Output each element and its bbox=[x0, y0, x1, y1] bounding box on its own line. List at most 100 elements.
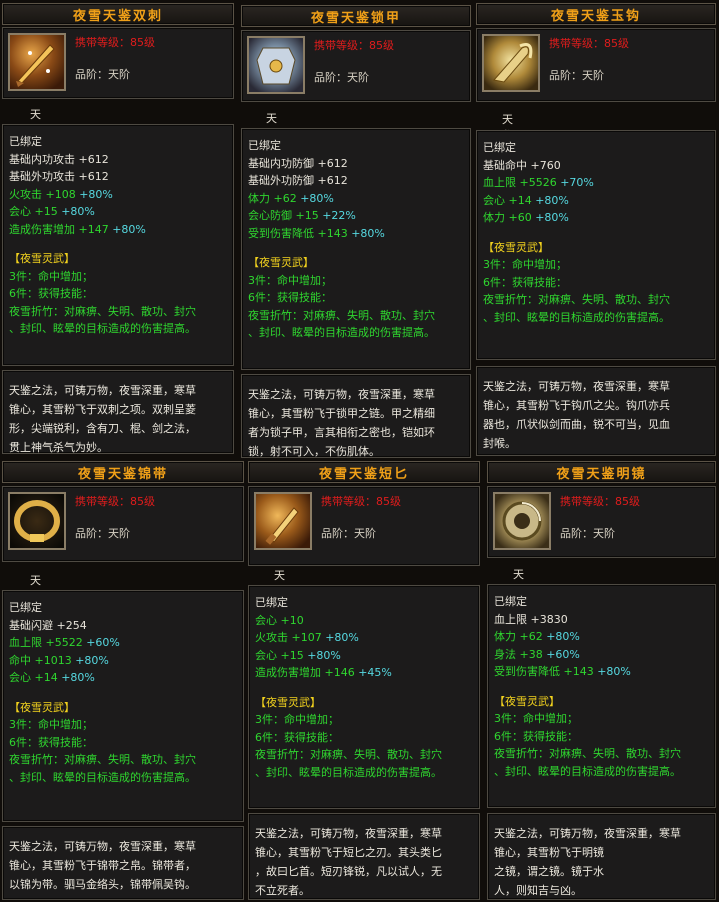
brocade-belt-icon[interactable] bbox=[8, 492, 66, 550]
stat-row: 基础闪避 +254 bbox=[9, 618, 87, 632]
set-bonus-6: 6件：获得技能： bbox=[494, 729, 578, 743]
level-requirement: 携带等级：85级 bbox=[321, 495, 401, 508]
item-summary: 携带等级：85级 品阶：天阶 bbox=[2, 27, 234, 99]
set-bonus-3: 3件：命中增加； bbox=[483, 258, 567, 271]
item-summary: 携带等级：85级 品阶：天阶 bbox=[241, 30, 471, 102]
item-summary: 携带等级：85级 品阶：天阶 bbox=[487, 486, 716, 558]
item-grade: 品阶：天阶 bbox=[560, 527, 615, 540]
item-title: 夜雪天鉴锦带 bbox=[2, 461, 244, 483]
set-skill-cont: 、封印、眩晕的目标造成的伤害提高。 bbox=[494, 764, 681, 778]
set-skill-cont: 、封印、眩晕的目标造成的伤害提高。 bbox=[9, 770, 196, 784]
item-title: 夜雪天鉴双刺 bbox=[2, 3, 234, 25]
item-description: 天鉴之法，可铸万物，夜雪深重，寒草 锥心，其雪粉飞于锁甲之链。甲之精细 者为锁子甲，… bbox=[241, 374, 471, 458]
stat-row: 会心 +15 +80% bbox=[9, 205, 95, 218]
set-skill-cont: 、封印、眩晕的目标造成的伤害提高。 bbox=[255, 765, 442, 779]
set-name: 【夜雪灵武】 bbox=[255, 695, 321, 709]
item-description: 天鉴之法，可铸万物，夜雪深重，寒草 锥心，其雪粉飞于锦带之帛。锦带者， 以锦为带。驷… bbox=[2, 826, 244, 900]
level-requirement: 携带等级：85级 bbox=[75, 495, 155, 508]
short-dagger-icon[interactable] bbox=[254, 492, 312, 550]
set-bonus-6: 6件：获得技能： bbox=[483, 275, 567, 289]
stat-row: 体力 +62 +80% bbox=[494, 630, 580, 643]
level-requirement: 携带等级：85级 bbox=[549, 37, 629, 50]
item-grade: 品阶：天阶 bbox=[75, 527, 130, 540]
set-bonus-3: 3件：命中增加； bbox=[9, 718, 93, 731]
item-grade: 品阶：天阶 bbox=[314, 71, 369, 84]
item-summary: 携带等级：85级 品阶：天阶 bbox=[2, 486, 244, 562]
stat-row: 会心 +14 +80% bbox=[9, 671, 95, 684]
set-name: 【夜雪灵武】 bbox=[9, 252, 75, 265]
set-name: 【夜雪灵武】 bbox=[248, 256, 314, 269]
set-bonus-6: 6件：获得技能： bbox=[248, 291, 332, 304]
stat-row: 造成伤害增加 +147 +80% bbox=[9, 222, 146, 236]
set-skill: 夜雪折竹：对麻痹、失明、散功、封穴 bbox=[9, 304, 196, 318]
set-bonus-6: 6件：获得技能： bbox=[9, 735, 93, 749]
set-bonus-6: 6件：获得技能： bbox=[255, 730, 339, 744]
set-skill-cont: 、封印、眩晕的目标造成的伤害提高。 bbox=[483, 310, 670, 324]
set-bonus-3: 3件：命中增加； bbox=[248, 273, 332, 287]
stat-row: 基础命中 +760 bbox=[483, 158, 561, 172]
item-description: 天鉴之法，可铸万物，夜雪深重，寒草 锥心，其雪粉飞于双刺之项。双刺呈菱 形，尖端锐利… bbox=[2, 370, 234, 454]
item-title: 夜雪天鉴锁甲 bbox=[241, 5, 471, 27]
stat-row: 会心 +10 bbox=[255, 613, 304, 627]
set-bonus-3: 3件：命中增加； bbox=[255, 713, 339, 726]
bound-status: 已绑定 bbox=[494, 595, 527, 608]
item-stats: 已绑定 基础闪避 +254 血上限 +5522 +60% 命中 +1013 +8… bbox=[2, 590, 244, 822]
stat-row: 火攻击 +107 +80% bbox=[255, 631, 359, 644]
set-skill: 夜雪折竹：对麻痹、失明、散功、封穴 bbox=[248, 308, 435, 322]
level-requirement: 携带等级：85级 bbox=[560, 495, 640, 508]
stat-row: 造成伤害增加 +146 +45% bbox=[255, 666, 392, 679]
dual-daggers-icon[interactable] bbox=[8, 33, 66, 91]
set-name: 【夜雪灵武】 bbox=[9, 700, 75, 714]
item-grade: 品阶：天阶 bbox=[321, 527, 376, 540]
stat-row: 会心 +15 +80% bbox=[255, 648, 341, 662]
set-skill-cont: 、封印、眩晕的目标造成的伤害提高。 bbox=[9, 322, 196, 335]
bound-status: 已绑定 bbox=[9, 135, 42, 148]
stat-row: 血上限 +5522 +60% bbox=[9, 636, 120, 649]
chain-armor-icon[interactable] bbox=[247, 36, 305, 94]
stat-row: 基础外功攻击 +612 bbox=[9, 170, 109, 183]
stat-row: 血上限 +3830 bbox=[494, 612, 568, 626]
item-stats: 已绑定 血上限 +3830 体力 +62 +80% 身法 +38 +60% 受到… bbox=[487, 584, 716, 808]
stat-row: 命中 +1013 +80% bbox=[9, 653, 109, 667]
set-skill: 夜雪折竹：对麻痹、失明、散功、封穴 bbox=[255, 748, 442, 761]
bright-mirror-icon[interactable] bbox=[493, 492, 551, 550]
stat-row: 体力 +60 +80% bbox=[483, 211, 569, 224]
set-skill-cont: 、封印、眩晕的目标造成的伤害提高。 bbox=[248, 326, 435, 339]
item-title: 夜雪天鉴玉钩 bbox=[476, 3, 716, 25]
stat-row: 基础外功防御 +612 bbox=[248, 174, 348, 187]
item-description: 天鉴之法，可铸万物，夜雪深重，寒草 锥心，其雪粉飞于短匕之刃。其头类匕 ，故曰匕首。… bbox=[248, 813, 480, 900]
set-name: 【夜雪灵武】 bbox=[494, 694, 560, 708]
set-skill: 夜雪折竹：对麻痹、失明、散功、封穴 bbox=[494, 747, 681, 760]
stat-row: 受到伤害降低 +143 +80% bbox=[494, 665, 631, 678]
bound-status: 已绑定 bbox=[9, 601, 42, 614]
stat-row: 身法 +38 +60% bbox=[494, 647, 580, 661]
stat-row: 基础内功攻击 +612 bbox=[9, 152, 109, 166]
item-title: 夜雪天鉴短匕 bbox=[248, 461, 480, 483]
item-stats: 已绑定 基础内功防御 +612 基础外功防御 +612 体力 +62 +80% … bbox=[241, 128, 471, 370]
item-stats: 已绑定 会心 +10 火攻击 +107 +80% 会心 +15 +80% 造成伤… bbox=[248, 585, 480, 809]
item-stats: 已绑定 基础内功攻击 +612 基础外功攻击 +612 火攻击 +108 +80… bbox=[2, 124, 234, 366]
item-description: 天鉴之法，可铸万物，夜雪深重，寒草 锥心，其雪粉飞于明镜 之镜，谓之镜。镜于水 人，则… bbox=[487, 813, 716, 900]
level-requirement: 携带等级：85级 bbox=[75, 36, 155, 49]
bound-status: 已绑定 bbox=[248, 139, 281, 152]
set-bonus-3: 3件：命中增加； bbox=[494, 712, 578, 725]
stat-row: 会心防御 +15 +22% bbox=[248, 209, 356, 222]
stat-row: 受到伤害降低 +143 +80% bbox=[248, 226, 385, 240]
item-description: 天鉴之法，可铸万物，夜雪深重，寒草 锥心，其雪粉飞于钩爪之尖。钩爪亦兵 器也，爪状似… bbox=[476, 366, 716, 456]
set-bonus-3: 3件：命中增加； bbox=[9, 269, 93, 283]
item-stats: 已绑定 基础命中 +760 血上限 +5526 +70% 会心 +14 +80%… bbox=[476, 130, 716, 360]
bound-status: 已绑定 bbox=[483, 141, 516, 154]
jade-hook-icon[interactable] bbox=[482, 34, 540, 92]
item-summary: 携带等级：85级 品阶：天阶 bbox=[248, 486, 480, 566]
item-grade: 品阶：天阶 bbox=[75, 68, 130, 81]
stat-row: 火攻击 +108 +80% bbox=[9, 187, 113, 201]
item-grade: 品阶：天阶 bbox=[549, 69, 604, 82]
set-name: 【夜雪灵武】 bbox=[483, 240, 549, 254]
bound-status: 已绑定 bbox=[255, 596, 288, 609]
level-requirement: 携带等级：85级 bbox=[314, 39, 394, 52]
item-title: 夜雪天鉴明镜 bbox=[487, 461, 716, 483]
stat-row: 体力 +62 +80% bbox=[248, 191, 334, 205]
stat-row: 会心 +14 +80% bbox=[483, 193, 569, 207]
item-summary: 携带等级：85级 品阶：天阶 bbox=[476, 28, 716, 102]
stat-row: 血上限 +5526 +70% bbox=[483, 176, 594, 189]
